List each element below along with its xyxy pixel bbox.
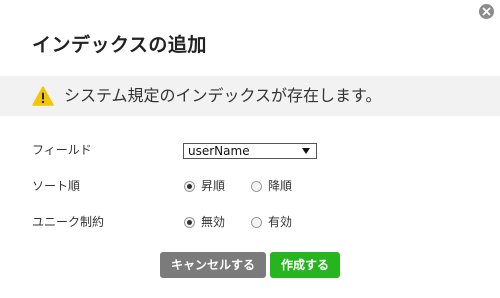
cancel-button[interactable]: キャンセルする (160, 252, 266, 278)
add-index-dialog: インデックスの追加 システム規定のインデックスが存在します。 フィールド use… (0, 0, 500, 298)
close-icon (482, 7, 491, 16)
warning-icon (32, 86, 54, 106)
unique-disabled-label: 無効 (201, 215, 226, 229)
warning-message: システム規定のインデックスが存在します。 (64, 86, 382, 105)
create-button[interactable]: 作成する (270, 252, 340, 278)
unique-enabled-label: 有効 (268, 215, 293, 229)
sort-ascending-radio[interactable]: 昇順 (184, 178, 225, 194)
unique-enabled-radio[interactable]: 有効 (251, 214, 292, 230)
sort-ascending-label: 昇順 (201, 179, 226, 193)
unique-constraint-label: ユニーク制約 (32, 215, 105, 229)
radio-circle-unchecked (251, 216, 262, 228)
chevron-down-icon (302, 148, 310, 154)
close-button[interactable] (479, 4, 494, 19)
field-label: フィールド (32, 143, 92, 157)
field-select-value: userName (188, 144, 250, 158)
radio-circle-checked (184, 216, 195, 228)
warning-banner: システム規定のインデックスが存在します。 (0, 76, 500, 116)
unique-disabled-radio[interactable]: 無効 (184, 214, 225, 230)
sort-descending-label: 降順 (268, 179, 293, 193)
sort-order-label: ソート順 (32, 179, 81, 193)
field-select[interactable]: userName (183, 143, 317, 159)
sort-descending-radio[interactable]: 降順 (251, 178, 292, 194)
radio-circle-unchecked (251, 180, 262, 192)
dialog-title: インデックスの追加 (32, 34, 207, 56)
radio-circle-checked (184, 180, 195, 192)
